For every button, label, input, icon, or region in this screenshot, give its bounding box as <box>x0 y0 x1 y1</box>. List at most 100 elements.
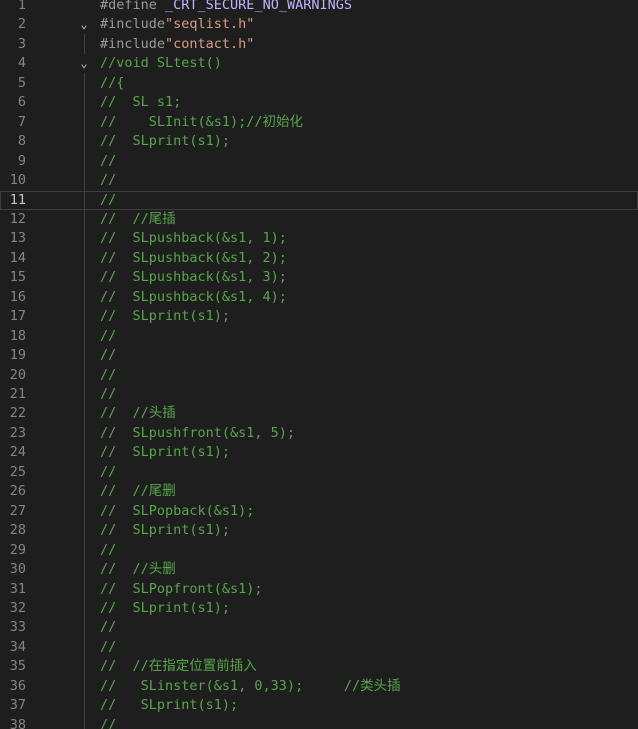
code-token: #define <box>100 0 166 13</box>
code-line-23[interactable]: 23 // SLpushfront(&s1, 5); <box>0 424 638 443</box>
code-text: // <box>100 346 116 365</box>
code-line-31[interactable]: 31 // SLPopfront(&s1); <box>0 580 638 599</box>
code-line-5[interactable]: 5 //{ <box>0 74 638 93</box>
code-line-8[interactable]: 8 // SLprint(s1); <box>0 132 638 151</box>
line-number: 6 <box>17 94 26 111</box>
code-text: //{ <box>100 74 124 93</box>
code-line-38[interactable]: 38 // <box>0 716 638 729</box>
code-text: // //头删 <box>100 560 176 579</box>
code-token: // <box>100 638 117 655</box>
code-line-35[interactable]: 35 // //在指定位置前插入 <box>0 657 638 676</box>
code-line-9[interactable]: 9 // <box>0 152 638 171</box>
line-number: 38 <box>9 716 26 729</box>
code-token: // SLpushback(&s1, 3); <box>100 269 287 286</box>
code-text: // <box>100 171 116 190</box>
code-text: // SLpushfront(&s1, 5); <box>100 424 295 443</box>
code-line-6[interactable]: 6 // SL s1; <box>0 93 638 112</box>
code-token: // //头插 <box>100 405 176 422</box>
code-editor[interactable]: 1 #define _CRT_SECURE_NO_WARNINGS 2 ⌄ #inclu… <box>0 0 638 729</box>
code-line-10[interactable]: 10 // <box>0 171 638 190</box>
code-line-11[interactable]: 11 // <box>0 190 638 210</box>
code-token: "seqlist.h" <box>165 16 255 33</box>
code-line-26[interactable]: 26 // //尾删 <box>0 482 638 501</box>
function-fold-guide <box>84 73 85 729</box>
code-token: //void SLtest() <box>100 55 222 72</box>
code-token: // <box>100 347 117 364</box>
fold-chevron-icon[interactable]: ⌄ <box>78 15 90 34</box>
line-number: 4 <box>17 55 26 72</box>
code-line-33[interactable]: 33 // <box>0 618 638 637</box>
code-text: #include"contact.h" <box>100 35 254 54</box>
line-number: 21 <box>9 386 26 402</box>
line-number: 13 <box>9 230 26 247</box>
code-line-27[interactable]: 27 // SLPopback(&s1); <box>0 502 638 521</box>
code-text: // <box>100 716 116 729</box>
code-text: // SLprint(s1); <box>100 521 230 540</box>
code-line-15[interactable]: 15 // SLpushback(&s1, 3); <box>0 268 638 287</box>
line-number: 14 <box>9 249 26 266</box>
code-token: // <box>100 386 117 402</box>
code-line-24[interactable]: 24 // SLprint(s1); <box>0 443 638 462</box>
code-line-13[interactable]: 13 // SLpushback(&s1, 1); <box>0 229 638 248</box>
code-line-22[interactable]: 22 // //头插 <box>0 404 638 423</box>
code-token: // SLprint(s1); <box>100 133 231 150</box>
line-number: 34 <box>9 638 26 655</box>
line-number: 16 <box>9 288 26 305</box>
code-token: // SLPopfront(&s1); <box>100 580 263 597</box>
code-token: // SLpushfront(&s1, 5); <box>100 424 296 441</box>
code-line-20[interactable]: 20 // <box>0 366 638 385</box>
code-token: // SLprint(s1); <box>100 599 231 616</box>
code-token: // <box>100 327 117 344</box>
line-number: 19 <box>9 347 26 364</box>
line-number: 23 <box>9 424 26 441</box>
line-number: 36 <box>9 677 26 694</box>
code-token: // <box>100 541 117 558</box>
code-line-18[interactable]: 18 // <box>0 327 638 346</box>
code-text: // SLprint(s1); <box>100 696 238 715</box>
fold-chevron-icon[interactable]: ⌄ <box>78 54 90 73</box>
code-text: // <box>100 327 116 346</box>
line-number: 27 <box>9 502 26 519</box>
code-line-29[interactable]: 29 // <box>0 541 638 560</box>
code-token: _CRT_SECURE_NO_WARNINGS <box>165 0 352 13</box>
code-line-21[interactable]: 21 // <box>0 385 638 404</box>
code-line-19[interactable]: 19 // <box>0 346 638 365</box>
code-text: // //在指定位置前插入 <box>100 657 257 676</box>
code-text: // SLprint(s1); <box>100 599 230 618</box>
code-line-36[interactable]: 36 // SLinster(&s1, 0,33); //类头插 <box>0 677 638 696</box>
code-line-32[interactable]: 32 // SLprint(s1); <box>0 599 638 618</box>
code-token: // <box>100 152 117 169</box>
code-token: // SLpushback(&s1, 2); <box>100 249 287 266</box>
code-line-28[interactable]: 28 // SLprint(s1); <box>0 521 638 540</box>
code-text: // <box>100 463 116 482</box>
code-line-12[interactable]: 12 // //尾插 <box>0 210 638 229</box>
line-number: 1 <box>17 0 26 13</box>
code-text: // SLprint(s1); <box>100 443 230 462</box>
code-line-3[interactable]: 3 #include"contact.h" <box>0 35 638 54</box>
code-line-1[interactable]: 1 #define _CRT_SECURE_NO_WARNINGS <box>0 0 638 15</box>
code-line-25[interactable]: 25 // <box>0 463 638 482</box>
code-token: // //尾删 <box>100 483 176 500</box>
code-line-4[interactable]: 4 ⌄ //void SLtest() <box>0 54 638 73</box>
code-line-14[interactable]: 14 // SLpushback(&s1, 2); <box>0 249 638 268</box>
code-line-7[interactable]: 7 // SLInit(&s1);//初始化 <box>0 113 638 132</box>
line-number: 28 <box>9 522 26 539</box>
code-line-17[interactable]: 17 // SLprint(s1); <box>0 307 638 326</box>
code-text: // //尾删 <box>100 482 176 501</box>
line-number: 31 <box>9 580 26 597</box>
line-number: 5 <box>17 74 26 91</box>
code-token: // //在指定位置前插入 <box>100 658 257 675</box>
code-line-34[interactable]: 34 // <box>0 638 638 657</box>
code-text: // SLPopfront(&s1); <box>100 580 263 599</box>
line-number: 37 <box>9 697 26 714</box>
code-line-30[interactable]: 30 // //头删 <box>0 560 638 579</box>
code-token: #include <box>100 35 166 52</box>
code-line-37[interactable]: 37 // SLprint(s1); <box>0 696 638 715</box>
code-token: // SLprint(s1); <box>100 522 231 539</box>
code-token: "contact.h" <box>165 35 255 52</box>
code-text: // SL s1; <box>100 93 181 112</box>
code-token: // SLprint(s1); <box>100 444 231 461</box>
code-token: // SLpushback(&s1, 4); <box>100 288 287 305</box>
code-line-2[interactable]: 2 ⌄ #include"seqlist.h" <box>0 15 638 34</box>
code-line-16[interactable]: 16 // SLpushback(&s1, 4); <box>0 288 638 307</box>
